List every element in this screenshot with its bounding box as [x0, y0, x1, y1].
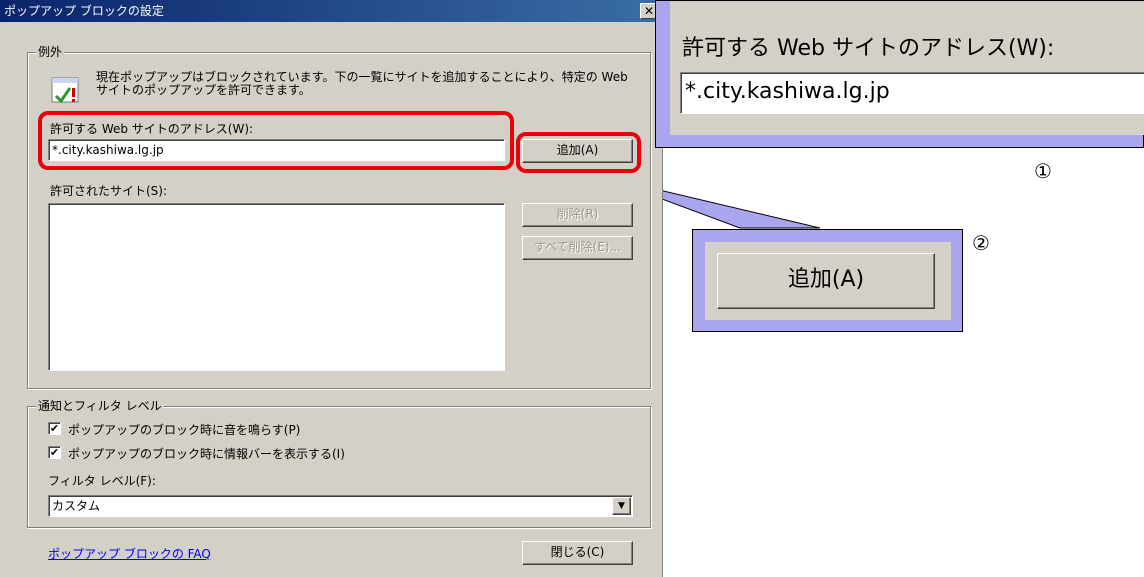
callout-2-number: ②	[972, 231, 990, 255]
address-callout: 許可する Web サイトのアドレス(W): *.city.kashiwa.lg.…	[655, 0, 1144, 148]
address-callout-label: 許可する Web サイトのアドレス(W):	[682, 36, 1055, 61]
filter-level-label: フィルタ レベル(F):	[48, 474, 156, 488]
exceptions-info-text: 現在ポップアップはブロックされています。下の一覧にサイトを追加することにより、特…	[96, 70, 628, 97]
remove-button[interactable]: 削除(R)	[522, 203, 633, 227]
allowed-sites-label: 許可されたサイト(S):	[50, 184, 168, 198]
infobar-checkbox[interactable]: ✔	[48, 446, 61, 459]
infobar-checkbox-label: ポップアップのブロック時に情報バーを表示する(I)	[68, 447, 345, 461]
allowed-sites-list[interactable]	[48, 203, 505, 371]
address-highlight	[38, 111, 514, 170]
popup-blocker-dialog: ポップアップ ブロックの設定 ✕ 例外 現在ポップアップはブロックされています。…	[0, 0, 663, 577]
sound-checkbox-label: ポップアップのブロック時に音を鳴らす(P)	[68, 423, 301, 437]
callout-1-number: ①	[1034, 159, 1052, 183]
notifications-group-label: 通知とフィルタ レベル	[36, 399, 164, 413]
exceptions-group-label: 例外	[36, 45, 65, 59]
dialog-title: ポップアップ ブロックの設定	[0, 0, 663, 22]
address-callout-panel	[670, 1, 1144, 135]
chevron-down-icon[interactable]: ▼	[612, 497, 631, 515]
faq-link[interactable]: ポップアップ ブロックの FAQ	[48, 545, 211, 562]
address-callout-value: *.city.kashiwa.lg.jp	[685, 79, 890, 104]
add-callout-button: 追加(A)	[717, 253, 935, 309]
add-callout: 追加(A)	[692, 229, 963, 332]
close-button[interactable]: 閉じる(C)	[522, 541, 633, 565]
add-button-highlight	[516, 132, 641, 173]
info-icon	[50, 76, 82, 106]
filter-level-select[interactable]: カスタム	[48, 495, 633, 517]
address-callout-input: *.city.kashiwa.lg.jp	[680, 72, 1144, 114]
remove-all-button[interactable]: すべて削除(E)...	[522, 236, 633, 260]
sound-checkbox[interactable]: ✔	[48, 422, 61, 435]
filter-level-value: カスタム	[52, 499, 101, 513]
